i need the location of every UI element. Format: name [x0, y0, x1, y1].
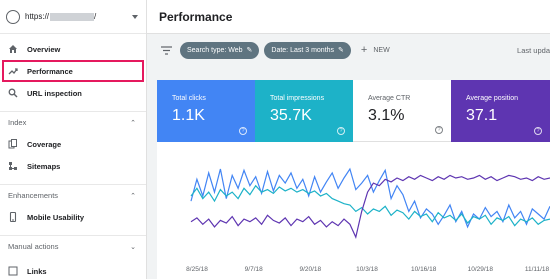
- sidebar-item-links[interactable]: Links: [0, 260, 146, 279]
- new-filter-button[interactable]: + NEW: [361, 44, 390, 56]
- filter-chip-search-type[interactable]: Search type: Web ✎: [180, 41, 260, 59]
- sidebar-item-url-inspection[interactable]: URL inspection: [0, 82, 146, 104]
- plus-icon: +: [360, 44, 368, 56]
- metric-card-average-ctr[interactable]: Average CTR 3.1% ?: [353, 80, 451, 142]
- sidebar-item-performance[interactable]: Performance: [2, 60, 144, 82]
- sidebar-item-label: Performance: [27, 66, 73, 76]
- x-tick-label: 8/25/18: [186, 266, 208, 273]
- sidebar-item-label: Coverage: [27, 139, 62, 149]
- page-header: Performance: [147, 0, 550, 34]
- file-copy-icon: [8, 139, 18, 149]
- chip-label: Date: Last 3 months: [271, 46, 335, 54]
- help-icon[interactable]: ?: [534, 127, 542, 135]
- performance-panel: Total clicks 1.1K ? Total impressions 35…: [157, 80, 550, 279]
- section-index[interactable]: Index ⌃: [0, 111, 146, 133]
- help-icon[interactable]: ?: [337, 127, 345, 135]
- section-manual-actions[interactable]: Manual actions ⌄: [0, 235, 146, 257]
- metric-card-average-position[interactable]: Average position 37.1 ?: [451, 80, 550, 142]
- chevron-down-icon[interactable]: ⌄: [130, 243, 136, 251]
- sidebar-item-coverage[interactable]: Coverage: [0, 133, 146, 155]
- sidebar-item-label: URL inspection: [27, 88, 82, 98]
- property-url-redacted: [50, 12, 95, 21]
- metric-value: 3.1%: [368, 107, 405, 124]
- section-enhancements[interactable]: Enhancements ⌃: [0, 184, 146, 206]
- pencil-icon: ✎: [246, 47, 253, 54]
- x-tick-label: 11/11/18: [525, 266, 550, 273]
- filter-icon[interactable]: [161, 45, 172, 55]
- metric-value: 1.1K: [172, 107, 205, 124]
- sidebar-item-overview[interactable]: Overview: [0, 38, 146, 60]
- metric-value: 35.7K: [270, 107, 312, 124]
- x-tick-label: 10/16/18: [411, 266, 437, 273]
- metric-label: Average CTR: [368, 95, 411, 102]
- help-icon[interactable]: ?: [239, 127, 247, 135]
- metric-label: Average position: [466, 95, 519, 102]
- section-label: Manual actions: [8, 242, 59, 251]
- performance-chart: 8/25/18 9/7/18 9/20/18 10/3/18 10/16/18 10/29…: [186, 167, 550, 273]
- chevron-up-icon[interactable]: ⌃: [130, 119, 136, 127]
- sidebar-item-label: Mobile Usability: [27, 212, 85, 222]
- x-tick-label: 9/7/18: [245, 266, 263, 273]
- chevron-down-icon[interactable]: [132, 14, 138, 19]
- phone-icon: [8, 212, 18, 222]
- x-tick-label: 10/3/18: [356, 266, 378, 273]
- property-url-prefix: https://: [25, 12, 50, 21]
- section-label: Index: [8, 118, 27, 127]
- new-label: NEW: [373, 46, 390, 54]
- chevron-up-icon[interactable]: ⌃: [130, 192, 136, 200]
- sidebar: https:// / Overview Performance URL insp…: [0, 0, 147, 279]
- metric-label: Total impressions: [270, 95, 325, 102]
- property-url-suffix: /: [94, 12, 97, 21]
- filter-bar: Search type: Web ✎ Date: Last 3 months ✎…: [147, 34, 550, 66]
- section-label: Enhancements: [8, 191, 59, 200]
- sidebar-item-label: Links: [27, 266, 47, 276]
- trending-up-icon: [8, 66, 18, 76]
- links-icon: [8, 266, 18, 276]
- metric-cards: Total clicks 1.1K ? Total impressions 35…: [157, 80, 550, 142]
- help-icon[interactable]: ?: [435, 126, 443, 134]
- sidebar-item-mobile-usability[interactable]: Mobile Usability: [0, 206, 146, 228]
- metric-label: Total clicks: [172, 95, 206, 102]
- property-selector[interactable]: https:// /: [0, 0, 146, 34]
- x-tick-label: 10/29/18: [468, 266, 494, 273]
- sitemap-icon: [8, 161, 18, 171]
- search-icon: [8, 88, 18, 98]
- home-icon: [8, 44, 18, 54]
- chip-label: Search type: Web: [187, 46, 243, 54]
- x-tick-label: 9/20/18: [299, 266, 321, 273]
- filter-chip-date[interactable]: Date: Last 3 months ✎: [264, 41, 351, 59]
- globe-icon: [6, 9, 20, 24]
- sidebar-item-sitemaps[interactable]: Sitemaps: [0, 155, 146, 177]
- last-updated-text: Last upda: [517, 45, 550, 55]
- sidebar-item-label: Overview: [27, 44, 61, 54]
- pencil-icon: ✎: [338, 47, 344, 54]
- metric-value: 37.1: [466, 107, 498, 124]
- metric-card-total-impressions[interactable]: Total impressions 35.7K ?: [255, 80, 353, 142]
- metric-card-total-clicks[interactable]: Total clicks 1.1K ?: [157, 80, 255, 142]
- sidebar-item-label: Sitemaps: [27, 161, 61, 171]
- page-title: Performance: [159, 9, 233, 24]
